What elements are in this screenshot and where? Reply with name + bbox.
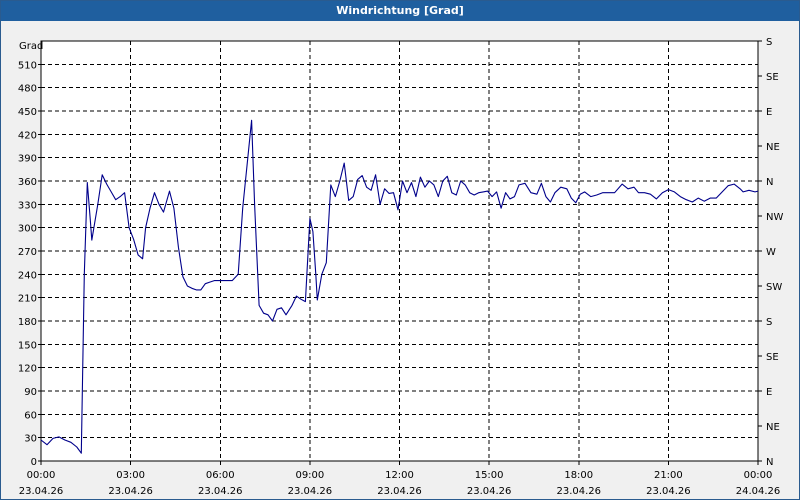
grid-layer <box>41 41 758 461</box>
y2-tick-label: SE <box>766 72 779 83</box>
x-tick-time-label: 00:00 <box>27 470 56 481</box>
y2-tick-label: S <box>766 317 772 328</box>
y-tick-label: 300 <box>18 224 37 235</box>
x-tick-time-label: 18:00 <box>564 470 593 481</box>
x-tick-time-label: 06:00 <box>206 470 235 481</box>
x-tick-time-label: 12:00 <box>385 470 414 481</box>
x-tick-time-label: 03:00 <box>116 470 145 481</box>
y-tick-label: 510 <box>18 60 37 71</box>
y2-tick-label: S <box>766 37 772 48</box>
y-tick-label: 150 <box>18 340 37 351</box>
x-tick-date-label: 23.04.26 <box>19 486 64 497</box>
y2-tick-label: E <box>766 107 772 118</box>
x-tick-time-label: 21:00 <box>654 470 683 481</box>
y2-tick-label: N <box>766 177 773 188</box>
y-tick-label: 210 <box>18 294 37 305</box>
x-tick-date-label: 23.04.26 <box>556 486 601 497</box>
y2-tick-label: E <box>766 387 772 398</box>
y-axis-label: Grad <box>19 41 43 52</box>
x-tick-date-label: 23.04.26 <box>108 486 153 497</box>
y-tick-label: 240 <box>18 270 37 281</box>
y-tick-label: 390 <box>18 154 37 165</box>
y2-tick-label: SE <box>766 352 779 363</box>
x-tick-date-label: 23.04.26 <box>288 486 333 497</box>
y2-tick-label: N <box>766 457 773 468</box>
y2-tick-label: NE <box>766 142 780 153</box>
x-tick-time-label: 15:00 <box>475 470 504 481</box>
y-tick-label: 270 <box>18 247 37 258</box>
y2-tick-label: NW <box>766 212 783 223</box>
x-tick-date-label: 23.04.26 <box>198 486 243 497</box>
y2-tick-label: NE <box>766 422 780 433</box>
y-tick-label: 330 <box>18 200 37 211</box>
chart-window: Windrichtung [Grad] 0 30 60 90 120 150 180 210 2… <box>0 0 800 500</box>
y2-tick-label: W <box>766 247 776 258</box>
wind-direction-chart: 0 30 60 90 120 150 180 210 240 270 300 330 360 390 420… <box>18 37 784 497</box>
y-tick-label: 90 <box>24 387 37 398</box>
window-title: Windrichtung [Grad] <box>1 1 799 21</box>
y-tick-label: 30 <box>24 434 37 445</box>
y-tick-label: 120 <box>18 364 37 375</box>
y-tick-label: 60 <box>24 410 37 421</box>
x-tick-date-label: 23.04.26 <box>646 486 691 497</box>
y2-tick-label: SW <box>766 282 782 293</box>
x-tick-date-label: 23.04.26 <box>467 486 512 497</box>
y-tick-label: 480 <box>18 84 37 95</box>
y-tick-label: 450 <box>18 107 37 118</box>
y-tick-label: 0 <box>31 457 37 468</box>
x-tick-date-label: 23.04.26 <box>377 486 422 497</box>
x-tick-time-label: 00:00 <box>744 470 773 481</box>
y-tick-label: 360 <box>18 177 37 188</box>
y-tick-label: 420 <box>18 130 37 141</box>
x-tick-time-label: 09:00 <box>295 470 324 481</box>
x-tick-date-label: 24.04.26 <box>736 486 781 497</box>
y-tick-label: 180 <box>18 317 37 328</box>
